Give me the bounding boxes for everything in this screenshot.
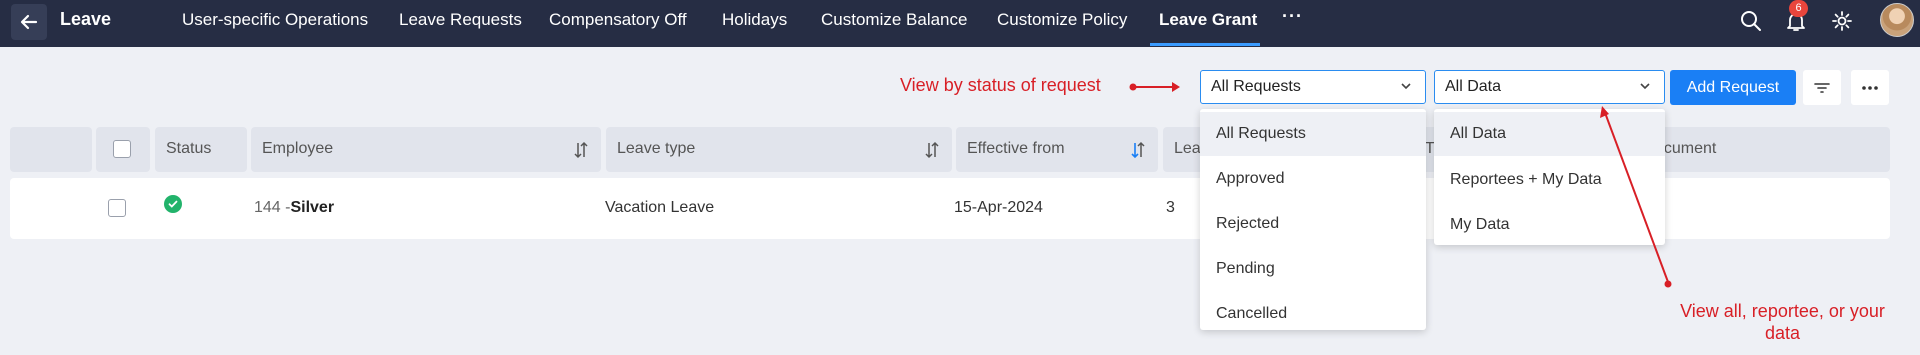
data-scope-annotation-arrow xyxy=(1600,106,1672,288)
row-checkbox[interactable] xyxy=(108,199,126,217)
header-leave-type-label: Leave type xyxy=(617,140,696,157)
settings-button[interactable] xyxy=(1829,8,1855,34)
data-scope-annotation-line2: data xyxy=(1764,323,1801,343)
tab-leave-requests[interactable]: Leave Requests xyxy=(399,10,522,30)
tab-holidays[interactable]: Holidays xyxy=(722,10,787,30)
back-button[interactable] xyxy=(11,4,47,40)
status-annotation-text: View by status of request xyxy=(900,75,1101,95)
add-request-button[interactable]: Add Request xyxy=(1670,70,1796,105)
filter-button[interactable] xyxy=(1803,70,1841,105)
active-tab-indicator xyxy=(1150,43,1260,46)
data-scope-annotation-text: View all, reportee, or your data xyxy=(1650,300,1915,344)
tab-compensatory-off[interactable]: Compensatory Off xyxy=(549,10,687,30)
header-select-all xyxy=(96,127,150,172)
header-effective-from[interactable]: Effective from xyxy=(956,127,1158,172)
more-tabs-button[interactable]: ··· xyxy=(1282,6,1303,27)
tab-leave-grant[interactable]: Leave Grant xyxy=(1159,10,1257,30)
data-scope-annotation-line1: View all, reportee, or your xyxy=(1680,301,1885,321)
status-dropdown-menu: All Requests Approved Rejected Pending C… xyxy=(1200,109,1426,330)
status-option-cancelled[interactable]: Cancelled xyxy=(1200,292,1426,336)
app-title: Leave xyxy=(60,9,112,29)
user-avatar[interactable] xyxy=(1880,3,1914,37)
status-filter-select[interactable]: All Requests xyxy=(1200,70,1426,104)
more-options-button[interactable] xyxy=(1851,70,1889,105)
status-option-all-requests[interactable]: All Requests xyxy=(1200,112,1426,156)
search-button[interactable] xyxy=(1738,8,1764,34)
search-icon xyxy=(1741,11,1761,31)
header-document[interactable]: ocument xyxy=(1655,127,1890,172)
header-status[interactable]: Status xyxy=(155,127,247,172)
header-effective-from-label: Effective from xyxy=(967,140,1065,157)
notification-count-badge: 6 xyxy=(1789,0,1808,17)
status-approved-icon xyxy=(164,195,182,213)
status-annotation-arrow xyxy=(1129,82,1180,92)
header-blank xyxy=(10,127,92,172)
employee-cell[interactable]: 144 -Silver xyxy=(254,199,334,217)
status-filter-value: All Requests xyxy=(1211,78,1301,95)
gear-icon xyxy=(1832,11,1852,31)
arrow-left-icon xyxy=(20,14,38,30)
leave-count-cell: 3 xyxy=(1166,199,1175,216)
status-option-pending[interactable]: Pending xyxy=(1200,247,1426,291)
top-nav-bar: Leave User-specific Operations Leave Req… xyxy=(0,0,1920,47)
more-horizontal-icon xyxy=(1862,85,1878,90)
status-option-approved[interactable]: Approved xyxy=(1200,157,1426,201)
header-employee-label: Employee xyxy=(262,140,334,157)
filter-icon xyxy=(1814,82,1830,93)
effective-from-cell: 15-Apr-2024 xyxy=(954,199,1043,216)
select-all-checkbox[interactable] xyxy=(113,140,131,158)
data-scope-value: All Data xyxy=(1445,78,1502,95)
header-leave-type[interactable]: Leave type xyxy=(606,127,952,172)
sort-icon[interactable] xyxy=(573,141,589,159)
tab-customize-balance[interactable]: Customize Balance xyxy=(821,10,967,30)
chevron-down-icon xyxy=(1640,83,1650,90)
leave-type-cell: Vacation Leave xyxy=(605,199,715,216)
employee-name: Silver xyxy=(290,199,335,216)
data-scope-select[interactable]: All Data xyxy=(1434,70,1665,104)
chevron-down-icon xyxy=(1401,83,1411,90)
tab-customize-policy[interactable]: Customize Policy xyxy=(997,10,1127,30)
header-employee[interactable]: Employee xyxy=(251,127,601,172)
tab-user-specific-operations[interactable]: User-specific Operations xyxy=(182,10,368,30)
status-option-rejected[interactable]: Rejected xyxy=(1200,202,1426,246)
sort-active-icon[interactable] xyxy=(1130,141,1146,159)
sort-icon[interactable] xyxy=(924,141,940,159)
employee-id: 144 - xyxy=(254,199,291,216)
